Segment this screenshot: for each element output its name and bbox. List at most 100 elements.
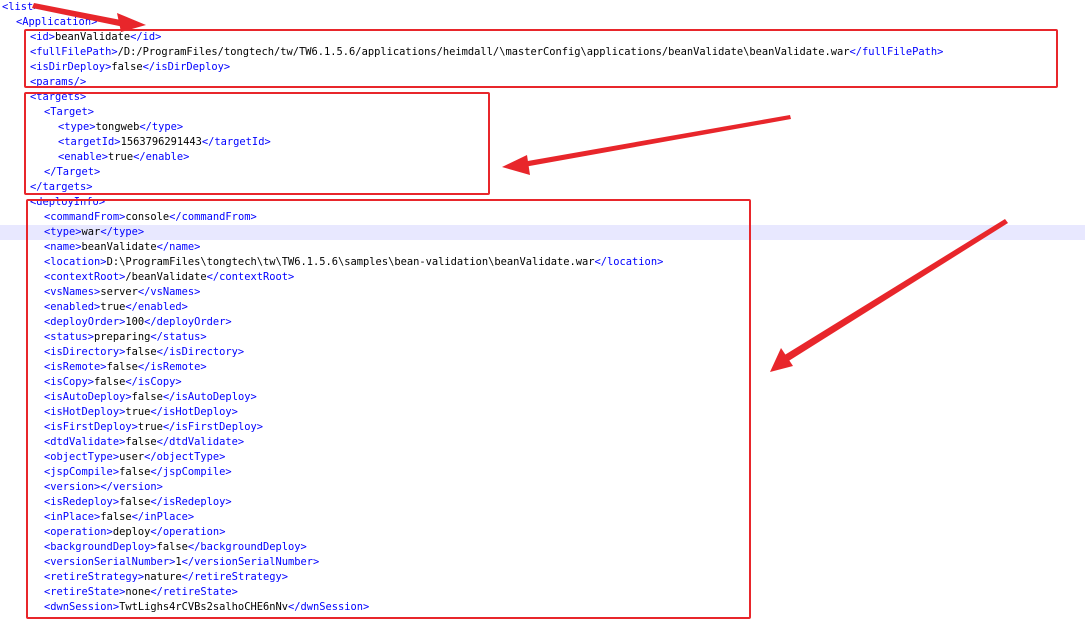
xml-value: false — [106, 361, 138, 373]
xml-value: beanValidate — [55, 31, 131, 43]
xml-value: TwtLighs4rCVBs2salhoCHE6nNv — [119, 601, 288, 613]
xml-line: <isDirectory>false</isDirectory> — [0, 345, 1085, 360]
xml-line: <params/> — [0, 75, 1085, 90]
xml-tag: <name> — [44, 241, 82, 253]
xml-tag: <isDirDeploy> — [30, 61, 112, 73]
xml-tag: </isHotDeploy> — [150, 406, 238, 418]
xml-tag: <enable> — [58, 151, 109, 163]
xml-value: false — [125, 346, 157, 358]
xml-tag: </dtdValidate> — [156, 436, 245, 448]
xml-tag: </targets> — [30, 181, 93, 193]
xml-tag: <status> — [44, 331, 95, 343]
xml-line: <location>D:\ProgramFiles\tongtech\tw\TW… — [0, 255, 1085, 270]
xml-tag: </objectType> — [144, 451, 226, 463]
xml-line: <isRedeploy>false</isRedeploy> — [0, 495, 1085, 510]
xml-line: <type>war</type> — [0, 225, 1085, 240]
xml-tag: <backgroundDeploy> — [44, 541, 157, 553]
xml-tag: </backgroundDeploy> — [187, 541, 307, 553]
xml-value: false — [94, 376, 126, 388]
xml-tag: </isCopy> — [125, 376, 182, 388]
xml-tag: <deployInfo> — [30, 196, 106, 208]
xml-tag: </contextRoot> — [206, 271, 295, 283]
xml-line: <name>beanValidate</name> — [0, 240, 1085, 255]
xml-tag: </isAutoDeploy> — [162, 391, 257, 403]
xml-value: false — [100, 511, 132, 523]
xml-tag: </isRemote> — [137, 361, 207, 373]
xml-tag: <isFirstDeploy> — [44, 421, 138, 433]
xml-tag: <jspCompile> — [44, 466, 120, 478]
xml-line: <version></version> — [0, 480, 1085, 495]
xml-line: </Target> — [0, 165, 1085, 180]
xml-tag: </versionSerialNumber> — [181, 556, 320, 568]
xml-value: true — [125, 406, 151, 418]
xml-tag: <enabled> — [44, 301, 101, 313]
xml-tag: <isDirectory> — [44, 346, 126, 358]
xml-line: <contextRoot>/beanValidate</contextRoot> — [0, 270, 1085, 285]
xml-tag: </commandFrom> — [169, 211, 257, 223]
xml-line: <enable>true</enable> — [0, 150, 1085, 165]
xml-line: <deployInfo> — [0, 195, 1085, 210]
xml-line: <operation>deploy</operation> — [0, 525, 1085, 540]
xml-value: tongweb — [95, 121, 140, 133]
xml-value: beanValidate — [81, 241, 157, 253]
xml-tag: </isRedeploy> — [150, 496, 232, 508]
xml-value: nature — [144, 571, 182, 583]
xml-tag: </version> — [100, 481, 163, 493]
xml-tag: </jspCompile> — [150, 466, 232, 478]
xml-value: console — [125, 211, 170, 223]
xml-tag: </dwnSession> — [287, 601, 370, 613]
xml-line: <targets> — [0, 90, 1085, 105]
xml-line: <retireStrategy>nature</retireStrategy> — [0, 570, 1085, 585]
xml-line: <Target> — [0, 105, 1085, 120]
xml-line: <inPlace>false</inPlace> — [0, 510, 1085, 525]
xml-tag: <isCopy> — [44, 376, 95, 388]
xml-line: <type>tongweb</type> — [0, 120, 1085, 135]
xml-tag: <version> — [44, 481, 101, 493]
xml-value: deploy — [112, 526, 151, 538]
xml-tag: <type> — [44, 226, 82, 238]
xml-line: <isCopy>false</isCopy> — [0, 375, 1085, 390]
xml-value: true — [108, 151, 134, 163]
xml-value: D:\ProgramFiles\tongtech\tw\TW6.1.5.6\sa… — [106, 256, 595, 268]
xml-tag: <objectType> — [44, 451, 120, 463]
xml-tag: <params/> — [30, 76, 87, 88]
xml-tag: </location> — [594, 256, 664, 268]
xml-line: <dwnSession>TwtLighs4rCVBs2salhoCHE6nNv<… — [0, 600, 1085, 615]
xml-tag: <Target> — [44, 106, 95, 118]
xml-line: <isAutoDeploy>false</isAutoDeploy> — [0, 390, 1085, 405]
xml-line: <list> — [0, 0, 1085, 15]
xml-tag: <isAutoDeploy> — [44, 391, 132, 403]
xml-tag: </id> — [130, 31, 162, 43]
xml-tag: <commandFrom> — [44, 211, 126, 223]
xml-tag: </Target> — [44, 166, 101, 178]
xml-tag: <fullFilePath> — [30, 46, 118, 58]
xml-tag: </operation> — [150, 526, 226, 538]
xml-tag: <isRemote> — [44, 361, 107, 373]
xml-line: <backgroundDeploy>false</backgroundDeplo… — [0, 540, 1085, 555]
xml-tag: </type> — [139, 121, 184, 133]
xml-tag: </type> — [100, 226, 145, 238]
xml-editor[interactable]: <list> <Application> <id>beanValidate</id>… — [0, 0, 1085, 613]
xml-tag: <isRedeploy> — [44, 496, 120, 508]
xml-tag: </isDirectory> — [156, 346, 245, 358]
xml-tag: </retireState> — [150, 586, 238, 598]
xml-line: <deployOrder>100</deployOrder> — [0, 315, 1085, 330]
xml-value: false — [125, 436, 157, 448]
xml-value: /D:/ProgramFiles/tongtech/tw/TW6.1.5.6/a… — [117, 46, 850, 58]
xml-tag: <retireStrategy> — [44, 571, 145, 583]
xml-value: /beanValidate — [125, 271, 207, 283]
xml-value: false — [111, 61, 143, 73]
xml-line: <isRemote>false</isRemote> — [0, 360, 1085, 375]
xml-line: <isDirDeploy>false</isDirDeploy> — [0, 60, 1085, 75]
xml-value: false — [131, 391, 163, 403]
xml-tag: <vsNames> — [44, 286, 101, 298]
xml-tag: <dwnSession> — [44, 601, 120, 613]
xml-tag: <type> — [58, 121, 96, 133]
xml-value: true — [137, 421, 163, 433]
xml-line: <dtdValidate>false</dtdValidate> — [0, 435, 1085, 450]
xml-line: <versionSerialNumber>1</versionSerialNum… — [0, 555, 1085, 570]
xml-tag: </enabled> — [125, 301, 188, 313]
xml-tag: <list> — [2, 1, 40, 13]
xml-value: preparing — [94, 331, 151, 343]
xml-line: <retireState>none</retireState> — [0, 585, 1085, 600]
